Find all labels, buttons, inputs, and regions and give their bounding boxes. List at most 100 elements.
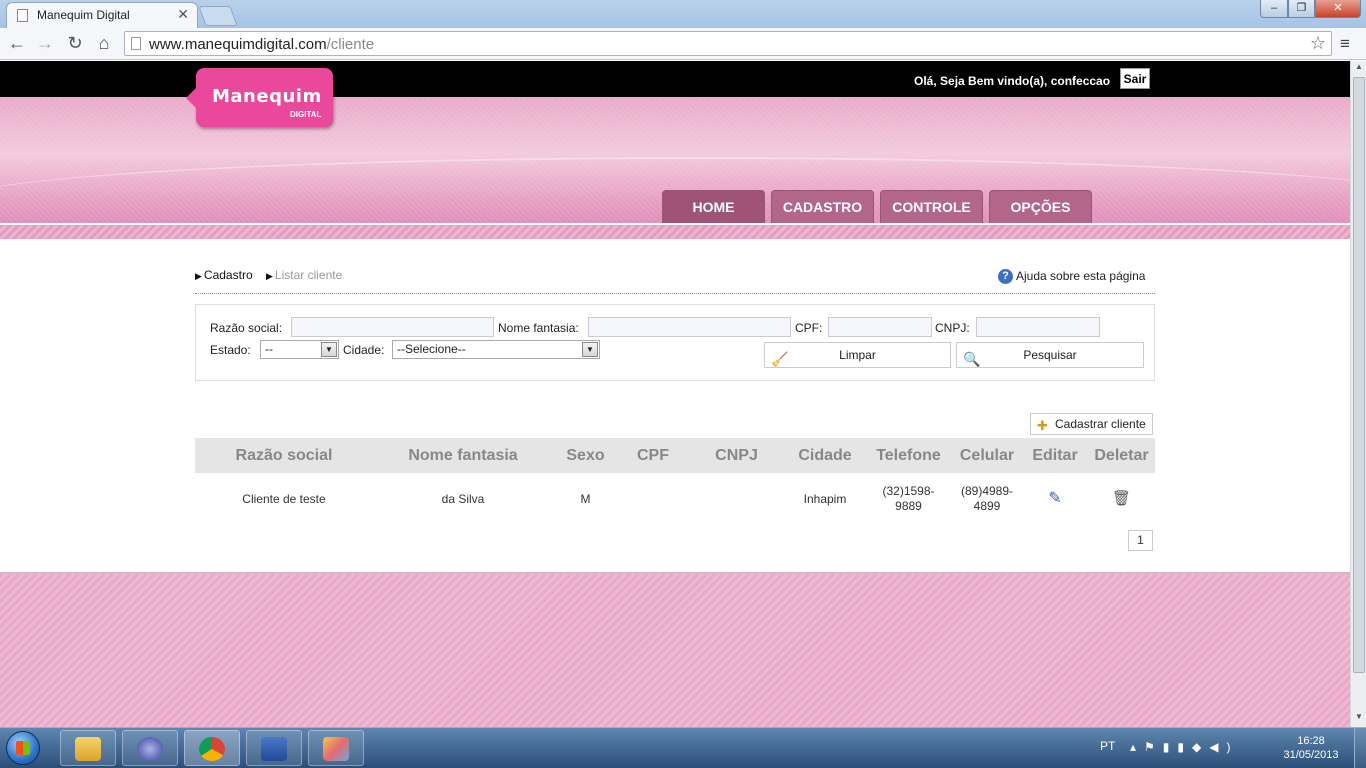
os-taskbar: PT ▴⚑▮▮◆◀) 16:28 31/05/2013 — [0, 727, 1366, 768]
scroll-up-icon[interactable]: ▲ — [1351, 62, 1366, 76]
filter-panel: Razão social: Nome fantasia: CPF: CNPJ: … — [195, 304, 1155, 381]
taskbar-explorer[interactable] — [60, 730, 116, 766]
cell-celular: (89)4989- 4899 — [960, 484, 1014, 513]
logout-button[interactable]: Sair — [1120, 68, 1150, 89]
menu-icon[interactable]: ≡ — [1340, 34, 1350, 54]
add-client-label: Cadastrar cliente — [1055, 417, 1146, 431]
site-footer — [0, 572, 1350, 727]
estado-value: -- — [265, 342, 273, 356]
page-viewport: Olá, Seja Bem vindo(a), confeccao Sair M… — [0, 61, 1350, 727]
cidade-label: Cidade: — [343, 343, 385, 357]
chrome-icon — [199, 737, 225, 761]
add-client-button[interactable]: ✚ Cadastrar cliente — [1030, 413, 1153, 435]
close-tab-icon[interactable]: ✕ — [177, 6, 189, 23]
nome-fantasia-input[interactable] — [588, 317, 791, 337]
taskbar-bittorrent[interactable] — [122, 730, 178, 766]
logo-sub: DIGITAL — [290, 110, 322, 119]
breadcrumb: ▶ Cadastro ▶ Listar cliente — [195, 268, 352, 282]
col-cnpj[interactable]: CNPJ — [688, 438, 785, 473]
cidade-select[interactable]: --Selecione-- ▼ — [392, 340, 600, 359]
back-icon[interactable]: ← — [6, 33, 28, 54]
clear-button[interactable]: 🧹 Limpar — [764, 342, 951, 368]
help-label: Ajuda sobre esta página — [1016, 269, 1146, 283]
page-icon — [131, 37, 141, 50]
clear-label: Limpar — [839, 348, 876, 362]
cell-razao-social: Cliente de teste — [242, 491, 326, 506]
language-indicator[interactable]: PT — [1100, 739, 1115, 753]
cell-editar: ✎ — [1022, 473, 1088, 525]
col-razao-social[interactable]: Razão social — [195, 438, 373, 473]
breadcrumb-cadastro[interactable]: Cadastro — [204, 268, 253, 282]
cell-cnpj — [688, 473, 785, 525]
cpf-input[interactable] — [828, 317, 932, 337]
cpf-label: CPF: — [795, 321, 823, 335]
scrollbar-thumb[interactable] — [1353, 77, 1365, 673]
vertical-scrollbar[interactable]: ▲ ▼ — [1350, 61, 1366, 727]
bookmark-star-icon[interactable]: ☆ — [1310, 33, 1326, 54]
reload-icon[interactable]: ↻ — [64, 33, 86, 54]
razao-social-input[interactable] — [291, 317, 494, 337]
help-icon: ? — [998, 269, 1013, 285]
chevron-down-icon: ▼ — [582, 342, 598, 357]
col-telefone[interactable]: Telefone — [865, 438, 952, 473]
close-window-button[interactable]: ✕ — [1315, 0, 1361, 18]
scroll-down-icon[interactable]: ▼ — [1351, 712, 1366, 726]
browser-toolbar: ← → ↻ ⌂ www.manequimdigital.com/cliente … — [0, 28, 1366, 60]
page-icon — [17, 9, 28, 22]
cnpj-input[interactable] — [976, 317, 1100, 337]
edit-icon[interactable]: ✎ — [1048, 490, 1061, 507]
cidade-value: --Selecione-- — [397, 342, 466, 356]
bittorrent-icon — [137, 737, 163, 761]
col-sexo[interactable]: Sexo — [553, 438, 618, 473]
address-bar[interactable]: www.manequimdigital.com/cliente ☆ — [124, 31, 1332, 56]
search-icon: 🔍 — [963, 351, 981, 367]
site-logo[interactable]: Manequim DIGITAL — [186, 68, 333, 127]
maximize-button[interactable]: ❐ — [1288, 0, 1315, 18]
help-link[interactable]: ? Ajuda sobre esta página — [998, 269, 1146, 285]
system-clock[interactable]: 16:28 31/05/2013 — [1278, 734, 1344, 762]
col-cpf[interactable]: CPF — [618, 438, 688, 473]
url-text: www.manequimdigital.com/cliente — [149, 36, 375, 53]
nav-controle[interactable]: CONTROLE — [880, 190, 983, 223]
col-editar: Editar — [1022, 438, 1088, 473]
windows-logo-icon — [16, 741, 30, 755]
breadcrumb-arrow-icon: ▶ — [195, 271, 202, 281]
col-cidade[interactable]: Cidade — [785, 438, 865, 473]
pagination-page-1[interactable]: 1 — [1128, 530, 1153, 551]
razao-social-label: Razão social: — [210, 321, 283, 335]
tray-icons[interactable]: ▴⚑▮▮◆◀) — [1130, 740, 1238, 754]
logo-name: Manequim — [212, 86, 322, 107]
home-icon[interactable]: ⌂ — [93, 33, 115, 54]
taskbar-paint[interactable] — [308, 730, 364, 766]
clock-time: 16:28 — [1297, 735, 1325, 747]
folder-icon — [75, 737, 101, 761]
nav-opcoes[interactable]: OPÇÕES — [989, 190, 1092, 223]
new-tab-button[interactable] — [198, 6, 238, 26]
nav-cadastro[interactable]: CADASTRO — [771, 190, 874, 223]
col-celular[interactable]: Celular — [952, 438, 1022, 473]
minimize-button[interactable]: – — [1260, 0, 1288, 18]
browser-titlebar: Manequim Digital ✕ – ❐ ✕ — [0, 0, 1366, 28]
search-button[interactable]: 🔍 Pesquisar — [956, 342, 1144, 368]
cnpj-label: CNPJ: — [935, 321, 970, 335]
show-desktop-button[interactable] — [1354, 728, 1366, 768]
col-deletar: Deletar — [1088, 438, 1155, 473]
estado-select[interactable]: -- ▼ — [260, 340, 339, 359]
trash-icon[interactable]: 🗑 — [1112, 490, 1131, 507]
start-button[interactable] — [6, 731, 40, 765]
nome-fantasia-label: Nome fantasia: — [498, 321, 579, 335]
col-nome-fantasia[interactable]: Nome fantasia — [373, 438, 553, 473]
clock-date: 31/05/2013 — [1283, 749, 1339, 761]
search-label: Pesquisar — [1023, 348, 1077, 362]
browser-tab[interactable]: Manequim Digital ✕ — [6, 2, 198, 28]
breadcrumb-arrow-icon: ▶ — [265, 271, 273, 281]
welcome-text: Olá, Seja Bem vindo(a), confeccao — [914, 74, 1111, 88]
cell-cpf — [618, 473, 688, 525]
forward-icon[interactable]: → — [34, 33, 56, 54]
taskbar-word[interactable] — [246, 730, 302, 766]
broom-icon: 🧹 — [771, 351, 789, 367]
nav-home[interactable]: HOME — [662, 190, 765, 223]
taskbar-chrome[interactable] — [184, 730, 240, 766]
table-header-row: Razão social Nome fantasia Sexo CPF CNPJ… — [195, 438, 1155, 473]
table-row: Cliente de teste da Silva M Inhapim (32)… — [195, 473, 1155, 525]
